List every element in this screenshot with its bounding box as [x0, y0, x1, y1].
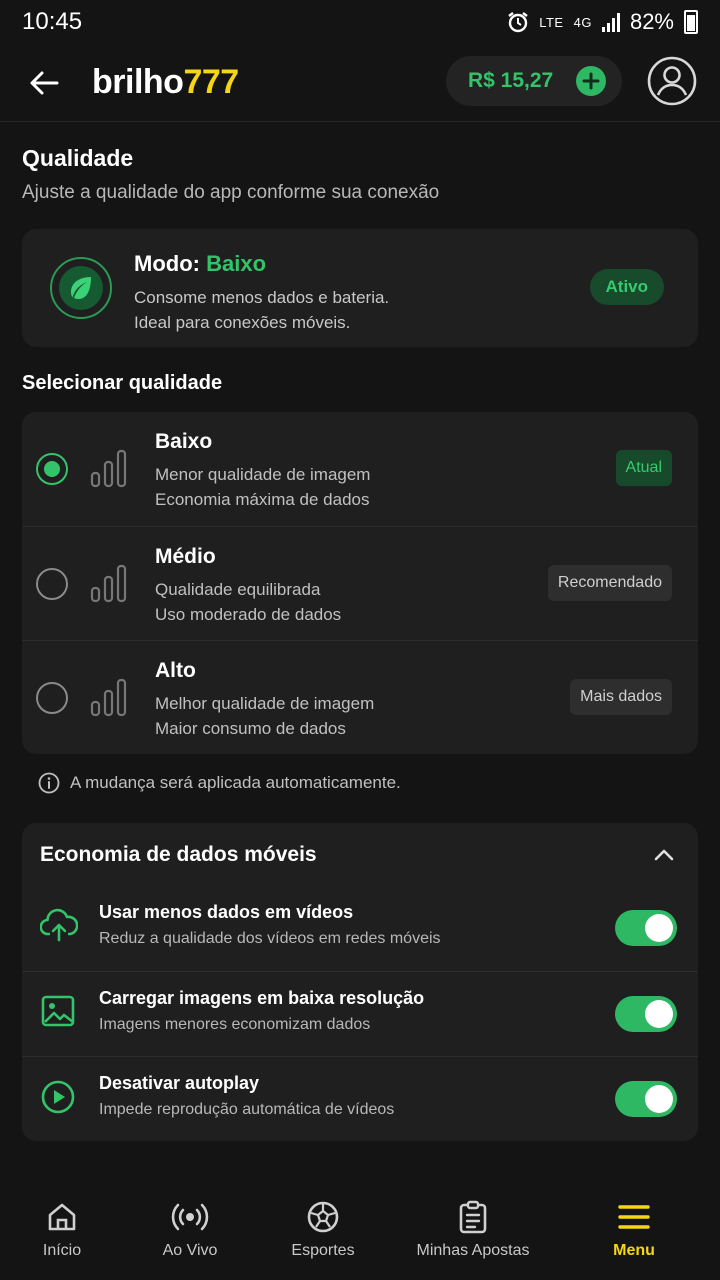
radio-medio[interactable] [36, 568, 68, 600]
status-badge: Ativo [589, 269, 664, 305]
quality-description: Qualidade equilibrada Uso moderado de da… [155, 577, 341, 627]
bottom-navigation: Início Ao Vivo Esportes Minhas Apostas M… [0, 1192, 720, 1280]
balance-pill[interactable]: R$ 15,27 [446, 56, 622, 106]
back-button[interactable] [22, 61, 66, 105]
menu-icon [618, 1205, 650, 1229]
setting-description: Impede reprodução automática de vídeos [99, 1101, 395, 1118]
toggle-low-res-images[interactable] [615, 996, 677, 1032]
leaf-icon-ring [50, 257, 112, 319]
signal-bars-icon [90, 564, 127, 603]
mode-value: Baixo [206, 251, 267, 276]
quality-desc-line-1: Melhor qualidade de imagem [155, 694, 375, 713]
balance-amount: R$ 15,27 [468, 69, 554, 92]
radio-baixo[interactable] [36, 453, 68, 485]
plus-icon [582, 72, 600, 90]
battery-percent: 82% [629, 9, 674, 34]
chevron-up-icon [654, 849, 674, 861]
setting-name: Usar menos dados em vídeos [99, 902, 354, 922]
arrow-left-icon [30, 71, 59, 94]
cloud-upload-icon [40, 908, 78, 942]
setting-name: Desativar autoplay [99, 1073, 260, 1093]
status-icons: LTE 4G 82% [507, 9, 698, 35]
signal-bars-icon [90, 449, 127, 488]
data-economy-section: Economia de dados móveis Usar menos dado… [22, 823, 698, 1141]
quality-desc-line-2: Uso moderado de dados [155, 605, 342, 624]
image-icon [41, 995, 75, 1027]
info-note: A mudança será aplicada automaticamente. [38, 772, 401, 794]
nav-label: Menu [613, 1242, 655, 1259]
deposit-button[interactable] [576, 66, 606, 96]
network-type: 4G [573, 14, 592, 30]
nav-label: Esportes [291, 1242, 355, 1259]
quality-name: Baixo [155, 430, 213, 453]
quality-desc-line-1: Menor qualidade de imagem [155, 465, 371, 484]
leaf-icon [71, 277, 91, 299]
recommended-badge: Recomendado [547, 565, 672, 601]
mode-desc-line-1: Consome menos dados e bateria. [134, 288, 390, 307]
brand-logo[interactable]: brilho777 [92, 63, 239, 102]
signal-bars-icon [90, 678, 127, 717]
nav-item-minhas-apostas[interactable]: Minhas Apostas [408, 1192, 538, 1280]
quality-options-list: Baixo Menor qualidade de imagem Economia… [22, 412, 698, 754]
home-icon [48, 1203, 76, 1231]
setting-low-res-images: Carregar imagens em baixa resolução Imag… [22, 971, 698, 1056]
radio-alto[interactable] [36, 682, 68, 714]
mode-desc-line-2: Ideal para conexões móveis. [134, 313, 351, 332]
logo-text: brilho [92, 63, 184, 101]
quality-option-baixo[interactable]: Baixo Menor qualidade de imagem Economia… [22, 412, 698, 526]
select-quality-title: Selecionar qualidade [22, 372, 223, 394]
quality-option-medio[interactable]: Médio Qualidade equilibrada Uso moderado… [22, 526, 698, 640]
live-icon [171, 1203, 209, 1231]
setting-name: Carregar imagens em baixa resolução [99, 988, 425, 1008]
mode-description: Consome menos dados e bateria. Ideal par… [134, 285, 389, 335]
alarm-icon [508, 12, 528, 33]
clipboard-icon [459, 1200, 487, 1234]
nav-item-esportes[interactable]: Esportes [283, 1192, 363, 1280]
quality-name: Alto [155, 659, 196, 682]
nav-label: Minhas Apostas [416, 1242, 530, 1259]
info-text: A mudança será aplicada automaticamente. [70, 773, 401, 792]
nav-label: Ao Vivo [162, 1242, 218, 1259]
collapse-button[interactable] [652, 843, 676, 872]
quality-desc-line-2: Maior consumo de dados [155, 719, 346, 738]
quality-desc-line-2: Economia máxima de dados [155, 490, 370, 509]
section-title: Economia de dados móveis [40, 843, 317, 866]
info-icon [38, 772, 60, 794]
setting-less-data-videos: Usar menos dados em vídeos Reduz a quali… [22, 886, 698, 971]
quality-option-alto[interactable]: Alto Melhor qualidade de imagem Maior co… [22, 640, 698, 754]
ball-icon [307, 1201, 339, 1233]
user-icon [647, 56, 697, 106]
quality-name: Médio [155, 545, 216, 568]
network-label: LTE [539, 14, 564, 30]
nav-item-menu[interactable]: Menu [594, 1192, 674, 1280]
more-data-badge: Mais dados [570, 679, 672, 715]
avatar[interactable] [646, 55, 698, 107]
toggle-disable-autoplay[interactable] [615, 1081, 677, 1117]
nav-label: Início [42, 1242, 82, 1259]
battery-icon [684, 10, 698, 34]
mode-title: Modo: Baixo [134, 251, 266, 277]
status-bar: 10:45 LTE 4G 82% [0, 0, 720, 44]
toggle-less-data-videos[interactable] [615, 910, 677, 946]
current-mode-card: Modo: Baixo Consome menos dados e bateri… [22, 229, 698, 347]
status-time: 10:45 [22, 8, 83, 35]
play-circle-icon [41, 1080, 75, 1114]
current-badge: Atual [615, 450, 672, 486]
quality-description: Melhor qualidade de imagem Maior consumo… [155, 691, 374, 741]
logo-number: 777 [183, 63, 239, 101]
quality-description: Menor qualidade de imagem Economia máxim… [155, 462, 370, 512]
quality-desc-line-1: Qualidade equilibrada [155, 580, 321, 599]
nav-item-ao-vivo[interactable]: Ao Vivo [150, 1192, 230, 1280]
setting-description: Reduz a qualidade dos vídeos em redes mó… [99, 930, 441, 947]
signal-icon [601, 12, 620, 32]
nav-item-inicio[interactable]: Início [22, 1192, 102, 1280]
page-title: Qualidade [22, 145, 134, 171]
setting-description: Imagens menores economizam dados [99, 1016, 371, 1033]
app-header: brilho777 R$ 15,27 [0, 44, 720, 122]
mode-label: Modo: [134, 251, 207, 276]
page-subtitle: Ajuste a qualidade do app conforme sua c… [22, 182, 440, 203]
setting-disable-autoplay: Desativar autoplay Impede reprodução aut… [22, 1056, 698, 1141]
